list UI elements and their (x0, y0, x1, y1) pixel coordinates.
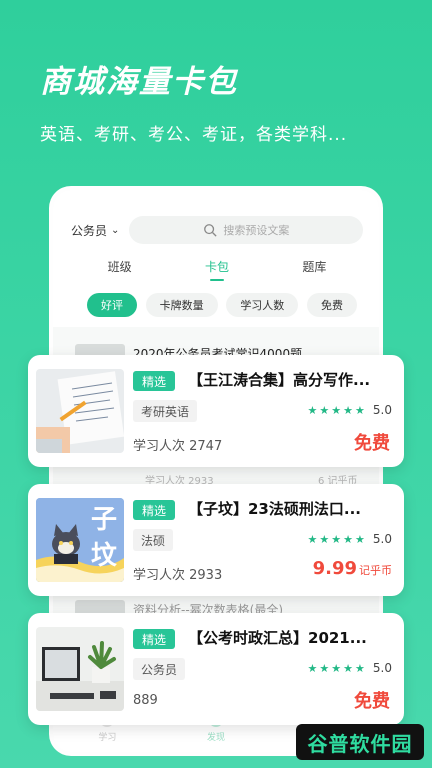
rating-stars: ★ ★ ★ ★ ★ 5.0 (308, 403, 392, 417)
search-icon (204, 224, 217, 237)
thumb-text: 子坟 (90, 505, 117, 571)
star-icon: ★ (343, 532, 354, 546)
rating-stars: ★ ★ ★ ★ ★ 5.0 (308, 661, 392, 675)
price: 9.99 记乎币 (313, 558, 392, 579)
star-icon: ★ (355, 532, 365, 546)
price: 免费 (354, 429, 392, 455)
price-value: 免费 (354, 691, 390, 712)
star-icon: ★ (343, 661, 354, 675)
search-input[interactable]: 搜索预设文案 (129, 216, 363, 244)
star-icon: ★ (355, 403, 365, 417)
card-pack-item[interactable]: 子坟 精选 【子坟】23法硕刑法口... 法硕 ★ ★ ★ ★ ★ 5.0 学习… (28, 484, 404, 596)
featured-badge: 精选 (133, 629, 176, 649)
filter-chips: 好评 卡牌数量 学习人数 免费 (71, 293, 363, 317)
star-icon: ★ (331, 532, 342, 546)
star-icon: ★ (319, 403, 330, 417)
city-label: 公务员 (71, 223, 108, 238)
chip-card-count[interactable]: 卡牌数量 (145, 293, 218, 317)
app-header: 公务员 ⌄ 搜索预设文案 班级 卡包 题库 好评 卡牌数量 学习人数 免费 (53, 190, 379, 327)
star-icon: ★ (307, 661, 318, 675)
star-icon: ★ (319, 661, 330, 675)
price-value: 免费 (354, 433, 390, 454)
rating-stars: ★ ★ ★ ★ ★ 5.0 (308, 532, 392, 546)
category-tag: 考研英语 (133, 400, 198, 422)
chip-good-reviews[interactable]: 好评 (87, 293, 137, 317)
chip-learners[interactable]: 学习人数 (226, 293, 299, 317)
tab-question-bank[interactable]: 题库 (302, 258, 326, 281)
chevron-down-icon: ⌄ (111, 224, 120, 236)
nav-study-label: 学习 (98, 733, 117, 743)
tab-card-pack[interactable]: 卡包 (205, 258, 229, 281)
learner-count: 学习人次 2933 (133, 568, 223, 583)
card-title: 【公考时政汇总】2021... (188, 629, 367, 647)
tab-bar: 班级 卡包 题库 (71, 258, 363, 289)
notebook-photo-icon (36, 369, 124, 453)
category-tag: 公务员 (133, 658, 186, 680)
card-pack-item[interactable]: 精选 【公考时政汇总】2021... 公务员 ★ ★ ★ ★ ★ 5.0 889… (28, 613, 404, 725)
price-value: 9.99 (312, 558, 357, 579)
featured-badge: 精选 (133, 371, 176, 391)
search-placeholder: 搜索预设文案 (223, 224, 290, 237)
card-pack-item[interactable]: 精选 【王江涛合集】高分写作... 考研英语 ★ ★ ★ ★ ★ 5.0 学习人… (28, 355, 404, 467)
tab-class[interactable]: 班级 (108, 258, 132, 281)
rating-value: 5.0 (372, 661, 392, 675)
banner-headline: 商城海量卡包 (40, 64, 238, 100)
star-icon: ★ (319, 532, 330, 546)
chip-free[interactable]: 免费 (306, 293, 357, 317)
nav-discover-label: 发现 (206, 733, 225, 743)
star-icon: ★ (307, 403, 318, 417)
card-title: 【子坟】23法硕刑法口... (188, 500, 361, 518)
desk-photo-icon (36, 627, 124, 711)
price-unit: 记乎币 (359, 564, 392, 577)
star-icon: ★ (343, 403, 354, 417)
featured-badge: 精选 (133, 500, 176, 520)
category-tag: 法硕 (133, 529, 174, 551)
star-icon: ★ (307, 532, 318, 546)
city-selector[interactable]: 公务员 ⌄ (71, 222, 119, 239)
watermark-logo: 谷普软件园 (296, 724, 424, 760)
learner-count: 学习人次 2747 (133, 439, 223, 454)
rating-value: 5.0 (372, 532, 392, 546)
star-icon: ★ (331, 403, 342, 417)
star-icon: ★ (331, 661, 342, 675)
rating-value: 5.0 (372, 403, 392, 417)
star-icon: ★ (355, 661, 365, 675)
banner-subline: 英语、考研、考公、考证，各类学科... (40, 125, 348, 145)
learner-count: 889 (133, 693, 158, 708)
price: 免费 (354, 687, 392, 713)
card-title: 【王江涛合集】高分写作... (188, 371, 371, 389)
cat-illustration-icon: 子坟 (36, 498, 124, 582)
